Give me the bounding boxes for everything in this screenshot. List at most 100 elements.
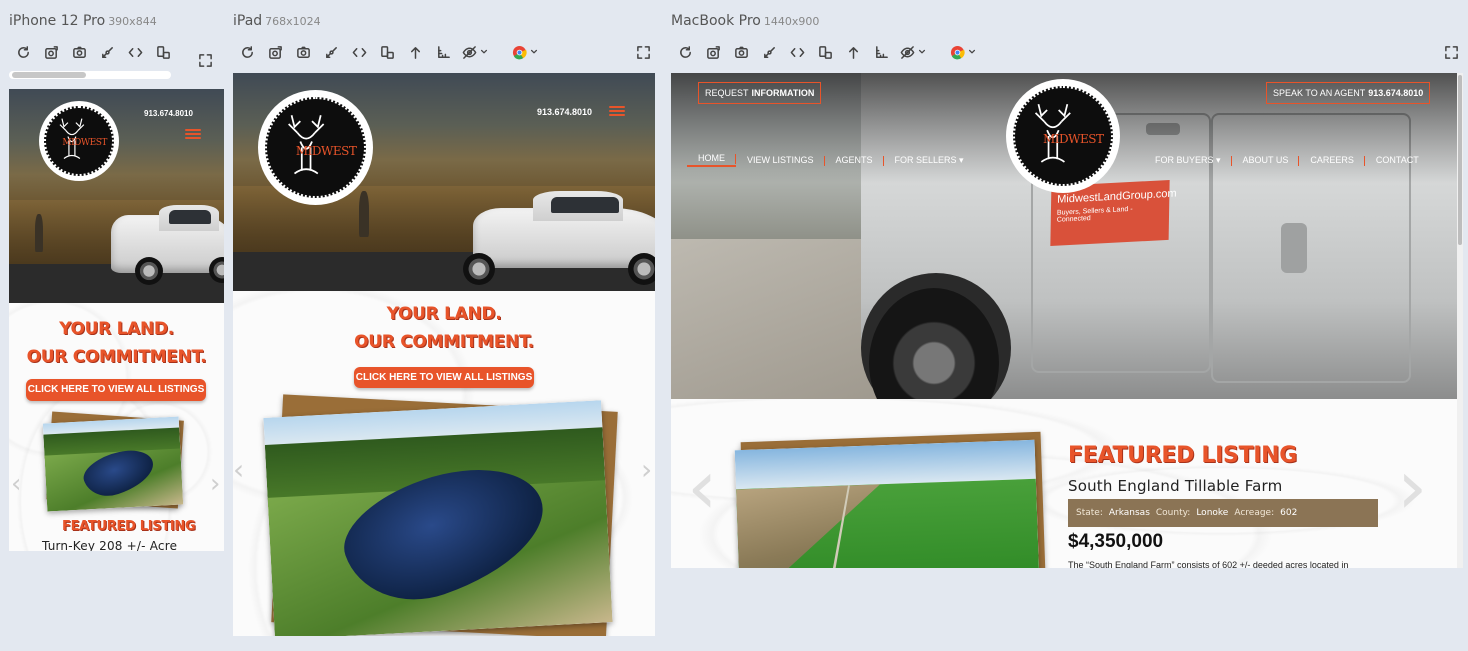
sync-icon[interactable] [93, 42, 121, 62]
featured-listing-title: FEATURED LISTING [62, 519, 196, 534]
device-title: iPad 768x1024 [233, 10, 321, 29]
code-icon[interactable] [345, 42, 373, 62]
carousel-next-arrow[interactable]: › [210, 469, 220, 499]
device-title: iPhone 12 Pro 390x844 [9, 10, 157, 29]
device-name: MacBook Pro [671, 13, 761, 29]
nav-right: FOR BUYERS ▾ ABOUT US CAREERS CONTACT [1144, 153, 1430, 167]
nav-for-sellers[interactable]: FOR SELLERS ▾ [884, 155, 975, 166]
surveyor-figure [35, 214, 43, 252]
rotate-icon[interactable] [373, 42, 401, 62]
listing-photo[interactable] [263, 400, 613, 636]
device-name: iPad [233, 13, 263, 29]
nav-agents[interactable]: AGENTS [825, 155, 884, 166]
device-toolbar [671, 42, 981, 62]
request-bold: INFORMATION [751, 88, 815, 98]
site-logo[interactable]: MIDWEST [1006, 79, 1120, 193]
device-title: MacBook Pro 1440x900 [671, 10, 819, 29]
hero-image: MidwestLandGroup.com Buyers, Sellers & La… [671, 73, 1457, 399]
site-logo[interactable]: MIDWEST [39, 101, 119, 181]
sync-icon[interactable] [317, 42, 345, 62]
tagline-line-2: OUR COMMITMENT. [26, 347, 207, 367]
county-value: Lonoke [1196, 508, 1229, 518]
device-size: 768x1024 [265, 15, 321, 28]
eye-off-icon[interactable] [457, 42, 493, 62]
logo-text: MIDWEST [62, 138, 107, 149]
device-toolbar [233, 42, 543, 62]
listing-photo[interactable] [42, 416, 184, 512]
listing-details-bar: State: Arkansas County: Lonoke Acreage: 602 [1068, 499, 1378, 527]
device-size: 390x844 [108, 15, 157, 28]
rotate-icon[interactable] [149, 42, 177, 62]
truck-decal-subtext: Buyers, Sellers & Land - Connected [1056, 205, 1133, 224]
tagline-line-2: OUR COMMITMENT. [354, 332, 534, 352]
site-logo[interactable]: MIDWEST [258, 90, 373, 205]
chrome-icon[interactable] [507, 42, 543, 62]
vertical-scrollbar[interactable] [1457, 73, 1463, 568]
tagline-line-1: YOUR LAND. [59, 319, 174, 339]
code-icon[interactable] [121, 42, 149, 62]
ruler-icon[interactable] [867, 42, 895, 62]
view-all-listings-button[interactable]: CLICK HERE TO VIEW ALL LISTINGS [354, 367, 534, 388]
sync-icon[interactable] [755, 42, 783, 62]
expand-icon[interactable] [629, 42, 657, 62]
screenshot-icon[interactable] [699, 42, 727, 62]
refresh-icon[interactable] [9, 42, 37, 62]
request-prefix: REQUEST [705, 88, 749, 98]
listing-description: The “South England Farm” consists of 602… [1068, 560, 1349, 568]
expand-icon[interactable] [191, 50, 219, 70]
carousel-prev-arrow[interactable]: ‹ [233, 453, 244, 486]
logo-text: MIDWEST [1042, 132, 1104, 147]
logo-text: MIDWEST [295, 143, 357, 158]
nav-for-buyers[interactable]: FOR BUYERS ▾ [1144, 155, 1232, 166]
expand-icon[interactable] [1437, 42, 1465, 62]
listing-photo[interactable] [734, 439, 1040, 568]
camera-icon[interactable] [727, 42, 755, 62]
horizontal-scrollbar-thumb[interactable] [12, 72, 86, 78]
header-phone[interactable]: 913.674.8010 [144, 109, 193, 118]
agent-phone: 913.674.8010 [1368, 88, 1424, 98]
device-size: 1440x900 [763, 15, 820, 28]
speak-to-agent-button[interactable]: SPEAK TO AN AGENT 913.674.8010 [1266, 82, 1431, 104]
scroll-top-icon[interactable] [839, 42, 867, 62]
nav-view-listings[interactable]: VIEW LISTINGS [736, 155, 825, 166]
eye-off-icon[interactable] [895, 42, 931, 62]
screenshot-icon[interactable] [261, 42, 289, 62]
carousel-prev-arrow[interactable]: ‹ [687, 449, 717, 525]
carousel-prev-arrow[interactable]: ‹ [11, 469, 21, 499]
nav-contact[interactable]: CONTACT [1365, 155, 1430, 165]
hamburger-menu-icon[interactable] [609, 106, 625, 116]
code-icon[interactable] [783, 42, 811, 62]
county-label: County: [1155, 508, 1191, 518]
refresh-icon[interactable] [671, 42, 699, 62]
scroll-top-icon[interactable] [401, 42, 429, 62]
state-label: State: [1076, 508, 1103, 518]
camera-icon[interactable] [65, 42, 93, 62]
nav-careers[interactable]: CAREERS [1299, 155, 1365, 166]
acreage-value: 602 [1280, 508, 1298, 518]
listing-price: $4,350,000 [1068, 531, 1164, 552]
vertical-scrollbar-thumb[interactable] [1458, 75, 1462, 245]
rotate-icon[interactable] [811, 42, 839, 62]
state-value: Arkansas [1108, 508, 1150, 518]
chrome-icon[interactable] [945, 42, 981, 62]
view-all-listings-button[interactable]: CLICK HERE TO VIEW ALL LISTINGS [26, 379, 206, 401]
device-name: iPhone 12 Pro [9, 13, 106, 29]
listing-name[interactable]: South England Tillable Farm [1068, 477, 1282, 495]
hamburger-menu-icon[interactable] [185, 129, 201, 139]
featured-listing-section: ‹ › FEATURED LISTING South England Tilla… [671, 399, 1457, 568]
carousel-next-arrow[interactable]: › [641, 453, 652, 486]
request-information-button[interactable]: REQUEST INFORMATION [698, 82, 822, 104]
carousel-next-arrow[interactable]: › [1397, 449, 1427, 525]
featured-listing-title: FEATURED LISTING [1068, 443, 1298, 468]
screenshot-icon[interactable] [37, 42, 65, 62]
nav-home[interactable]: HOME [687, 153, 736, 167]
ipad-screen: MIDWEST 913.674.8010 YOUR LAND. OUR COMM… [233, 73, 655, 636]
acreage-label: Acreage: [1234, 508, 1275, 518]
nav-about-us[interactable]: ABOUT US [1232, 155, 1300, 166]
device-toolbar [9, 42, 177, 62]
header-phone[interactable]: 913.674.8010 [537, 107, 592, 117]
agent-prefix: SPEAK TO AN AGENT [1273, 88, 1366, 98]
ruler-icon[interactable] [429, 42, 457, 62]
camera-icon[interactable] [289, 42, 317, 62]
refresh-icon[interactable] [233, 42, 261, 62]
